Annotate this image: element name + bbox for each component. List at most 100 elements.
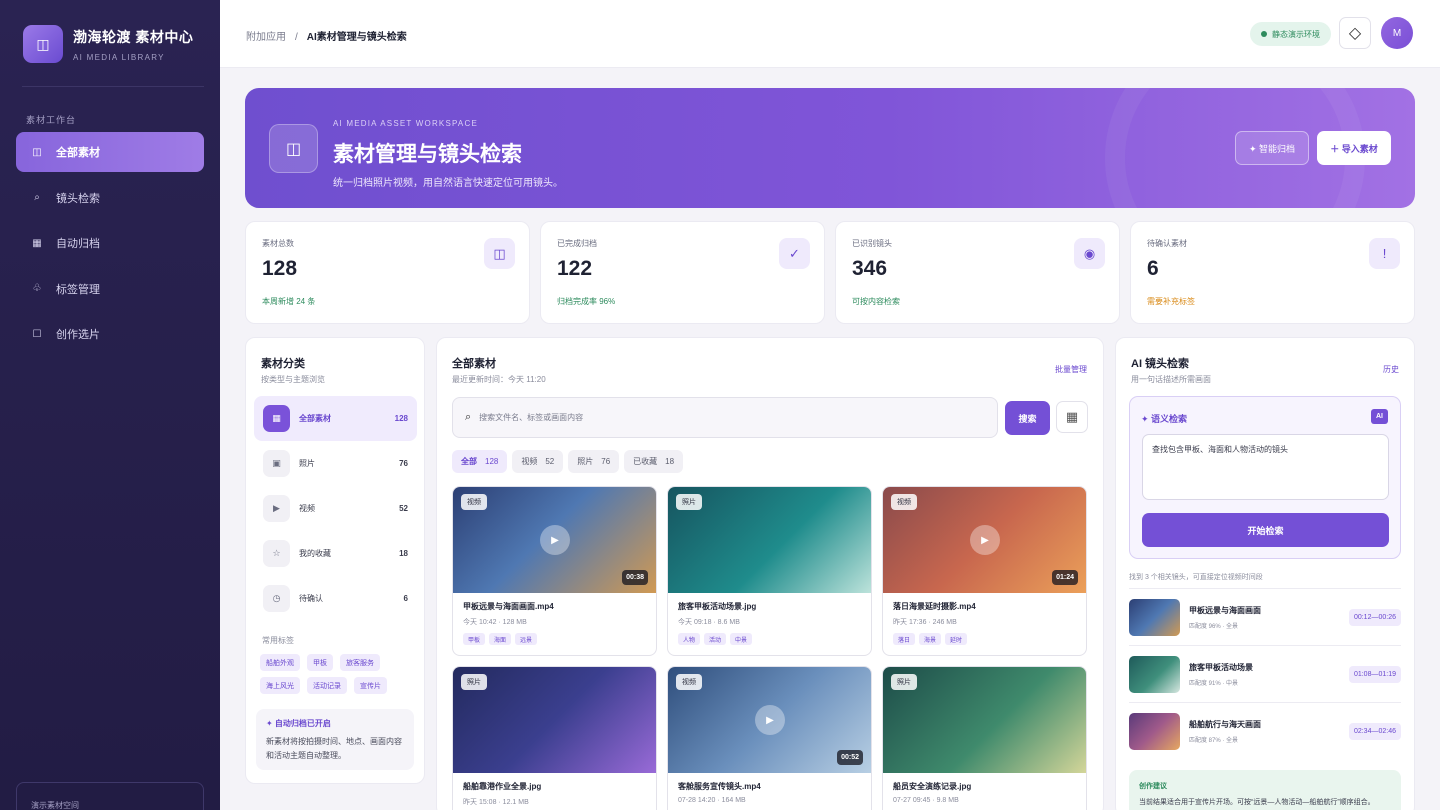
target-icon: ◉ xyxy=(1074,238,1105,269)
category-list: ▦ 全部素材 128 ▣ 照片 76 ▶ 视频 52 ☆ 我的收藏 18 ◷ 待… xyxy=(254,396,417,621)
result-timerange[interactable]: 02:34—02:46 xyxy=(1348,723,1401,740)
play-icon[interactable]: ▶ xyxy=(755,705,785,735)
category-count: 128 xyxy=(394,414,408,423)
stat-note: 本周新增 24 条 xyxy=(262,297,316,306)
panel-subtitle: 用一句话描述所需画面 xyxy=(1131,375,1211,384)
tag-chip[interactable]: 海上风光 xyxy=(260,677,300,694)
panel-subtitle: 按类型与主题浏览 xyxy=(261,375,325,384)
asset-tag: 人物 xyxy=(678,633,701,645)
history-link[interactable]: 历史 xyxy=(1383,364,1399,375)
category-photos[interactable]: ▣ 照片 76 xyxy=(254,441,417,486)
result-thumbnail xyxy=(1129,713,1180,750)
brand-subtitle: AI MEDIA LIBRARY xyxy=(73,52,165,62)
sidebar-item-label: 自动归档 xyxy=(56,238,100,250)
type-badge: 照片 xyxy=(676,494,702,510)
asset-meta: 07-28 14:20 · 164 MB xyxy=(678,797,746,804)
category-count: 18 xyxy=(399,549,408,558)
asset-card[interactable]: 视频 ▶ 01:24 落日海景延时摄影.mp4 昨天 17:36 · 246 M… xyxy=(882,486,1087,656)
chip-count: 18 xyxy=(665,457,675,466)
chip-count: 52 xyxy=(545,457,555,466)
result-item[interactable]: 旅客甲板活动场景 匹配度 91% · 中景 01:08—01:19 xyxy=(1129,645,1401,702)
breadcrumb-parent[interactable]: 附加应用 xyxy=(246,32,286,43)
result-timerange[interactable]: 00:12—00:26 xyxy=(1348,609,1401,626)
duration-badge: 00:38 xyxy=(622,570,648,585)
sidebar-item-auto-archive[interactable]: ▦ 自动归档 xyxy=(16,223,204,263)
sidebar-item-creative-picks[interactable]: ☐ 创作选片 xyxy=(16,314,204,354)
sidebar-item-shot-search[interactable]: ⌕ 镜头检索 xyxy=(16,178,204,218)
category-count: 76 xyxy=(399,459,408,468)
asset-card[interactable]: 照片 船舶靠港作业全景.jpg 昨天 15:08 · 12.1 MB xyxy=(452,666,657,810)
sidebar-item-label: 镜头检索 xyxy=(56,192,100,205)
diamond-button[interactable]: ◇ xyxy=(1339,17,1371,49)
asset-tag: 落日 xyxy=(893,633,916,645)
tag-chip[interactable]: 宣传片 xyxy=(354,677,387,694)
category-panel: 素材分类 按类型与主题浏览 ▦ 全部素材 128 ▣ 照片 76 ▶ 视频 52… xyxy=(245,337,425,784)
result-item[interactable]: 甲板远景与海面画面 匹配度 96% · 全景 00:12—00:26 xyxy=(1129,588,1401,645)
star-icon: ☆ xyxy=(263,540,290,567)
avatar[interactable]: M xyxy=(1381,17,1413,49)
sidebar-item-all-assets[interactable]: ◫ 全部素材 xyxy=(16,132,204,172)
result-timerange[interactable]: 01:08—01:19 xyxy=(1348,666,1401,683)
sidebar-item-tag-management[interactable]: ♧ 标签管理 xyxy=(16,269,204,309)
filter-chip-video[interactable]: 视频 52 xyxy=(512,450,564,473)
asset-name: 旅客甲板活动场景.jpg xyxy=(678,602,757,611)
duration-badge: 01:24 xyxy=(1052,570,1078,585)
workspace-switcher[interactable]: 演示素材空间 xyxy=(16,782,204,810)
sidebar-nav: ◫ 全部素材 ⌕ 镜头检索 ▦ 自动归档 ♧ 标签管理 ☐ 创作选片 xyxy=(16,132,204,360)
grid-icon: ▦ xyxy=(1065,409,1079,424)
tag-icon: ♧ xyxy=(32,283,42,294)
filter-chip-all[interactable]: 全部 128 xyxy=(452,450,508,473)
stat-label: 已识别镜头 xyxy=(852,239,892,248)
stat-label: 已完成归档 xyxy=(557,239,597,248)
batch-manage-link[interactable]: 批量管理 xyxy=(1055,364,1087,375)
tag-chip[interactable]: 活动记录 xyxy=(307,677,347,694)
tag-chip[interactable]: 旅客服务 xyxy=(340,654,380,671)
play-icon[interactable]: ▶ xyxy=(970,525,1000,555)
asset-card[interactable]: 视频 ▶ 00:52 客舱服务宣传镜头.mp4 07-28 14:20 · 16… xyxy=(667,666,872,810)
asset-card[interactable]: 照片 船员安全演练记录.jpg 07-27 09:45 · 9.8 MB xyxy=(882,666,1087,810)
result-item[interactable]: 船舶航行与海天画面 匹配度 87% · 全景 02:34—02:46 xyxy=(1129,702,1401,759)
grid-icon: ▦ xyxy=(263,405,290,432)
stat-label: 素材总数 xyxy=(262,239,294,248)
type-badge: 视频 xyxy=(676,674,702,690)
brand[interactable]: ◫ 渤海轮渡 素材中心 AI MEDIA LIBRARY xyxy=(23,25,193,63)
stat-card-shots: 已识别镜头 346 可按内容检索 ◉ xyxy=(835,221,1120,324)
diamond-icon: ◇ xyxy=(1348,25,1362,42)
category-name: 待确认 xyxy=(299,594,323,603)
search-input[interactable]: ⌕ 搜索文件名、标签或画面内容 xyxy=(452,397,998,438)
ai-search-panel: AI 镜头检索 用一句话描述所需画面 历史 ✦ 语义检索 AI 查找包含甲板、海… xyxy=(1115,337,1415,810)
category-videos[interactable]: ▶ 视频 52 xyxy=(254,486,417,531)
auto-archive-title: ✦ 自动归档已开启 xyxy=(266,719,331,728)
asset-card[interactable]: 视频 ▶ 00:38 甲板远景与海面画面.mp4 今天 10:42 · 128 … xyxy=(452,486,657,656)
chip-label: 已收藏 xyxy=(633,457,658,466)
result-meta: 匹配度 91% · 中景 xyxy=(1189,681,1239,687)
smart-archive-button[interactable]: ✦ 智能归档 xyxy=(1235,131,1309,165)
category-all[interactable]: ▦ 全部素材 128 xyxy=(254,396,417,441)
result-thumbnail xyxy=(1129,656,1180,693)
tag-chip[interactable]: 船舶外观 xyxy=(260,654,300,671)
category-name: 全部素材 xyxy=(299,414,331,423)
asset-meta: 今天 10:42 · 128 MB xyxy=(463,619,527,626)
import-assets-button[interactable]: ＋ 导入素材 xyxy=(1317,131,1391,165)
asset-card[interactable]: 照片 旅客甲板活动场景.jpg 今天 09:18 · 8.6 MB 人物 活动 … xyxy=(667,486,872,656)
category-count: 52 xyxy=(399,504,408,513)
sidebar-item-label: 全部素材 xyxy=(56,147,100,159)
result-name: 旅客甲板活动场景 xyxy=(1189,663,1253,672)
asset-name: 客舱服务宣传镜头.mp4 xyxy=(678,782,761,791)
tag-chip[interactable]: 甲板 xyxy=(307,654,333,671)
panel-title: AI 镜头检索 xyxy=(1131,358,1190,370)
play-icon[interactable]: ▶ xyxy=(540,525,570,555)
workspace-label: 演示素材空间 xyxy=(31,801,79,810)
filter-chip-favorites[interactable]: 已收藏 18 xyxy=(624,450,684,473)
duration-badge: 00:52 xyxy=(837,750,863,765)
check-icon: ✓ xyxy=(779,238,810,269)
asset-meta: 昨天 17:36 · 246 MB xyxy=(893,619,957,626)
photo-icon: ▣ xyxy=(263,450,290,477)
category-pending[interactable]: ◷ 待确认 6 xyxy=(254,576,417,621)
grid-view-button[interactable]: ▦ xyxy=(1056,401,1088,433)
filter-chip-photo[interactable]: 照片 76 xyxy=(568,450,620,473)
semantic-query-input[interactable]: 查找包含甲板、海面和人物活动的镜头 xyxy=(1142,434,1389,500)
category-favorites[interactable]: ☆ 我的收藏 18 xyxy=(254,531,417,576)
start-search-button[interactable]: 开始检索 xyxy=(1142,513,1389,547)
search-button[interactable]: 搜索 xyxy=(1005,401,1050,435)
